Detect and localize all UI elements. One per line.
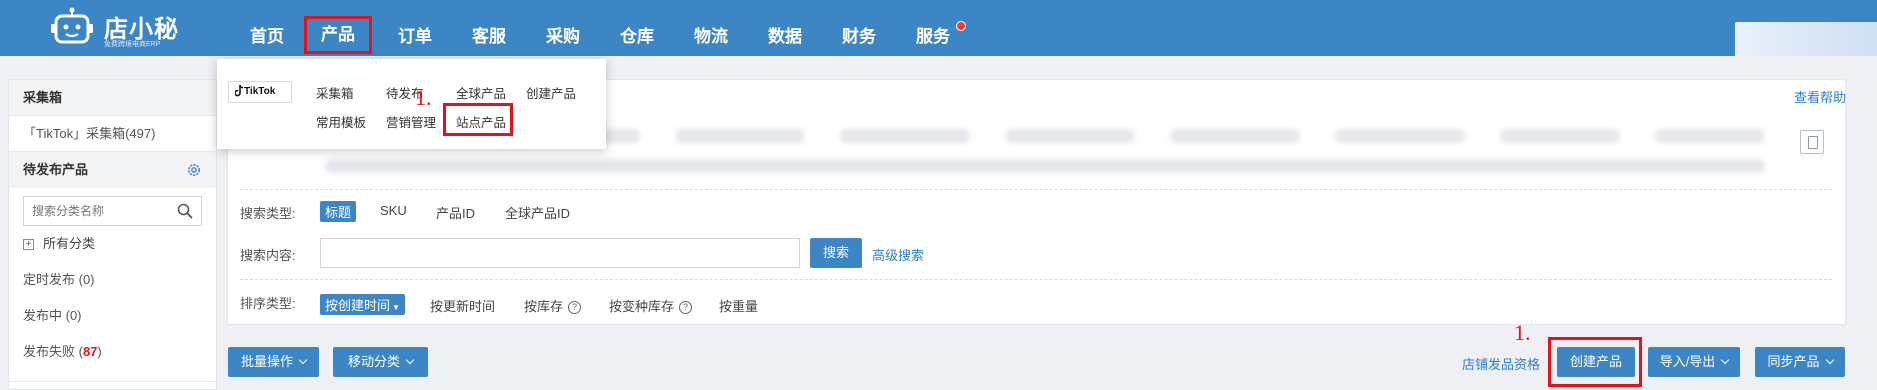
divider <box>240 189 1832 190</box>
bulk-actions-label: 批量操作 <box>240 354 293 369</box>
sort-by-variant-stock-label: 按变种库存 <box>609 299 675 314</box>
search-icon[interactable] <box>177 203 193 219</box>
sidebar-pending-title: 待发布产品 <box>23 162 89 177</box>
search-type-global-product-id[interactable]: 全球产品ID <box>505 203 570 222</box>
menu-item-global-products[interactable]: 全球产品 <box>456 83 506 102</box>
search-content-label: 搜索内容: <box>240 248 296 263</box>
chevron-down-icon: ▼ <box>392 303 400 312</box>
sync-products-label: 同步产品 <box>1767 354 1820 369</box>
nav-products[interactable]: 产品 <box>304 16 372 54</box>
advanced-search-link[interactable]: 高级搜索 <box>872 245 924 264</box>
sort-type-label: 排序类型: <box>240 296 296 311</box>
sidebar-collect-title: 采集箱 <box>9 80 216 116</box>
expand-plus-icon[interactable]: + <box>23 239 34 250</box>
search-type-sku[interactable]: SKU <box>380 203 407 218</box>
sidebar-divider <box>9 381 216 389</box>
tiktok-label: TikTok <box>244 86 276 97</box>
sort-by-weight[interactable]: 按重量 <box>719 296 758 315</box>
bulk-actions-button[interactable]: 批量操作 <box>228 347 319 377</box>
divider <box>240 279 1832 280</box>
chevron-down-icon <box>405 355 415 365</box>
nav-finance[interactable]: 财务 <box>828 0 890 56</box>
logo[interactable]: 店小秘 免费跨境电商ERP <box>50 5 180 51</box>
nav-warehouse[interactable]: 仓库 <box>606 0 668 56</box>
highlight-site-products <box>443 103 513 136</box>
category-search-box <box>23 196 202 226</box>
import-export-label: 导入/导出 <box>1659 354 1716 369</box>
chevron-down-icon <box>1825 355 1834 365</box>
shop-qualification-link[interactable]: 店铺发品资格 <box>1462 354 1540 373</box>
robot-logo-icon <box>51 7 93 44</box>
sort-by-variant-stock[interactable]: 按变种库存? <box>609 296 693 315</box>
product-dropdown-menu: TikTok 采集箱 待发布 全球产品 创建产品 常用模板 营销管理 站点产品 … <box>217 59 606 149</box>
all-categories-label: 所有分类 <box>43 236 96 251</box>
menu-item-collect-box[interactable]: 采集箱 <box>316 83 354 102</box>
nav-purchase[interactable]: 采购 <box>532 0 594 56</box>
sidebar-item-publishing[interactable]: 发布中 (0) <box>9 298 216 334</box>
failed-label-prefix: 发布失败 ( <box>23 344 83 359</box>
sidebar-item-scheduled[interactable]: 定时发布 (0) <box>9 262 216 298</box>
sync-products-button[interactable]: 同步产品 <box>1755 347 1845 377</box>
platform-tag-tiktok[interactable]: TikTok <box>228 81 292 103</box>
search-content-input[interactable] <box>320 238 800 268</box>
menu-item-templates[interactable]: 常用模板 <box>316 112 366 131</box>
search-type-product-id[interactable]: 产品ID <box>436 203 475 222</box>
notification-dot <box>956 21 966 31</box>
sort-by-created-label: 按创建时间 <box>325 298 391 313</box>
sidebar-pending-header: 待发布产品 <box>9 152 216 188</box>
search-type-title[interactable]: 标题 <box>320 201 357 222</box>
search-type-label: 搜索类型: <box>240 206 296 221</box>
brand-subtitle: 免费跨境电商ERP <box>104 41 161 48</box>
move-category-label: 移动分类 <box>347 354 400 369</box>
failed-count: 87 <box>82 344 98 359</box>
chevron-down-icon <box>298 355 308 365</box>
help-question-icon[interactable]: ? <box>568 301 582 314</box>
search-button[interactable]: 搜索 <box>810 238 862 268</box>
step-annotation: 1. <box>415 85 432 110</box>
sort-by-stock[interactable]: 按库存? <box>524 296 582 315</box>
menu-item-marketing[interactable]: 营销管理 <box>386 112 436 131</box>
tiktok-icon <box>235 85 243 97</box>
sidebar-item-failed[interactable]: 发布失败 (87) <box>9 334 216 370</box>
help-link[interactable]: 查看帮助 <box>1794 87 1846 106</box>
collapse-toggle-button[interactable] <box>1800 130 1824 154</box>
highlight-create-product <box>1548 337 1642 387</box>
nav-data[interactable]: 数据 <box>754 0 816 56</box>
nav-orders[interactable]: 订单 <box>384 0 446 56</box>
sort-by-updated[interactable]: 按更新时间 <box>430 296 495 315</box>
category-search-input[interactable] <box>24 197 174 225</box>
menu-item-create-product[interactable]: 创建产品 <box>526 83 576 102</box>
sidebar: 采集箱 「TikTok」采集箱(497) 待发布产品 + 所有分类 定时发布 (… <box>8 79 217 390</box>
failed-label-suffix: ) <box>97 344 102 359</box>
chevron-down-icon <box>1721 355 1730 365</box>
nav-services[interactable]: 服务 <box>902 0 964 56</box>
nav-customer-service[interactable]: 客服 <box>458 0 520 56</box>
sort-by-created-dropdown[interactable]: 按创建时间 ▼ <box>320 294 405 315</box>
sort-by-stock-label: 按库存 <box>524 299 564 314</box>
nav-logistics[interactable]: 物流 <box>680 0 742 56</box>
sidebar-item-tiktok-collect[interactable]: 「TikTok」采集箱(497) <box>9 116 216 152</box>
move-category-button[interactable]: 移动分类 <box>333 347 428 377</box>
sidebar-item-all-categories[interactable]: + 所有分类 <box>9 226 216 262</box>
top-navigation-bar: 店小秘 免费跨境电商ERP 首页 产品 订单 客服 采购 仓库 物流 数据 财务… <box>0 0 1877 56</box>
nav-home[interactable]: 首页 <box>236 0 298 56</box>
gear-icon[interactable] <box>186 162 202 178</box>
help-question-icon[interactable]: ? <box>679 301 693 314</box>
step-annotation: 1. <box>1514 320 1531 345</box>
user-account-area[interactable] <box>1735 22 1877 56</box>
import-export-button[interactable]: 导入/导出 <box>1648 347 1740 377</box>
